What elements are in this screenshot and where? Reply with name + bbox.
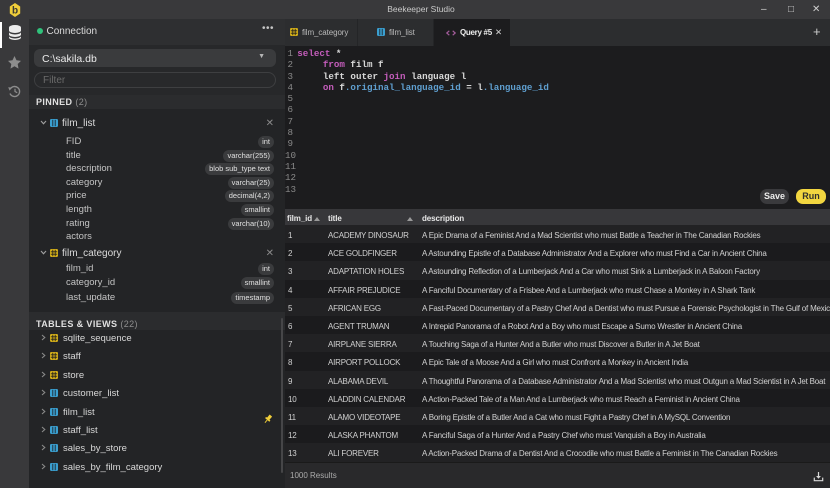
svg-text:b: b — [12, 6, 18, 17]
